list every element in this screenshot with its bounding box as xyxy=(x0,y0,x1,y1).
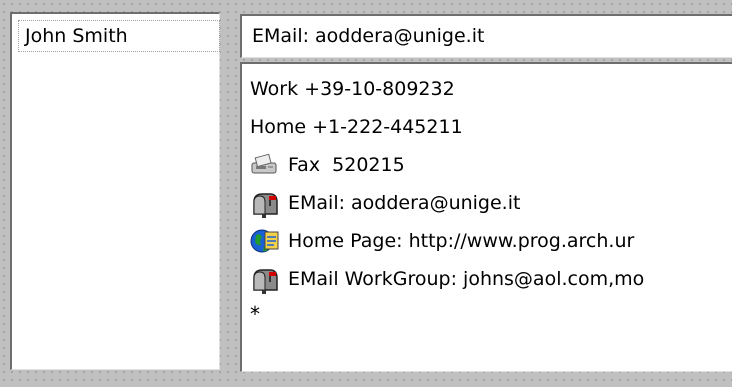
contact-list[interactable]: John Smith xyxy=(10,12,220,370)
new-entry-marker: * xyxy=(250,302,260,326)
list-item-home-phone[interactable]: Home +1-222-445211 xyxy=(250,110,463,144)
contact-list-item-selected[interactable]: John Smith xyxy=(18,20,220,52)
email-label: EMail: aoddera@unige.it xyxy=(288,192,521,214)
fax-icon xyxy=(250,150,280,180)
home-page-label: Home Page: http://www.prog.arch.ur xyxy=(288,230,635,252)
globe-page-icon xyxy=(250,226,280,256)
mailbox-icon xyxy=(250,188,280,218)
list-item-home-page[interactable]: Home Page: http://www.prog.arch.ur xyxy=(250,224,634,258)
list-item-email-workgroup[interactable]: EMail WorkGroup: johns@aol.com,mo xyxy=(250,262,644,296)
email-workgroup-label: EMail WorkGroup: johns@aol.com,mo xyxy=(288,268,645,290)
list-item-new-entry[interactable]: * xyxy=(250,304,260,324)
list-item-email[interactable]: EMail: aoddera@unige.it xyxy=(250,186,520,220)
list-item-fax[interactable]: Fax 520215 xyxy=(250,148,405,182)
list-item-work-phone[interactable]: Work +39-10-809232 xyxy=(250,72,455,106)
mailbox-icon xyxy=(250,264,280,294)
fax-label: Fax 520215 xyxy=(288,154,405,176)
primary-email-field[interactable]: EMail: aoddera@unige.it xyxy=(240,14,732,58)
contact-details-list[interactable]: Work +39-10-809232 Home +1-222-445211 Fa… xyxy=(240,62,732,372)
home-phone-label: Home +1-222-445211 xyxy=(250,116,463,138)
work-phone-label: Work +39-10-809232 xyxy=(250,78,455,100)
